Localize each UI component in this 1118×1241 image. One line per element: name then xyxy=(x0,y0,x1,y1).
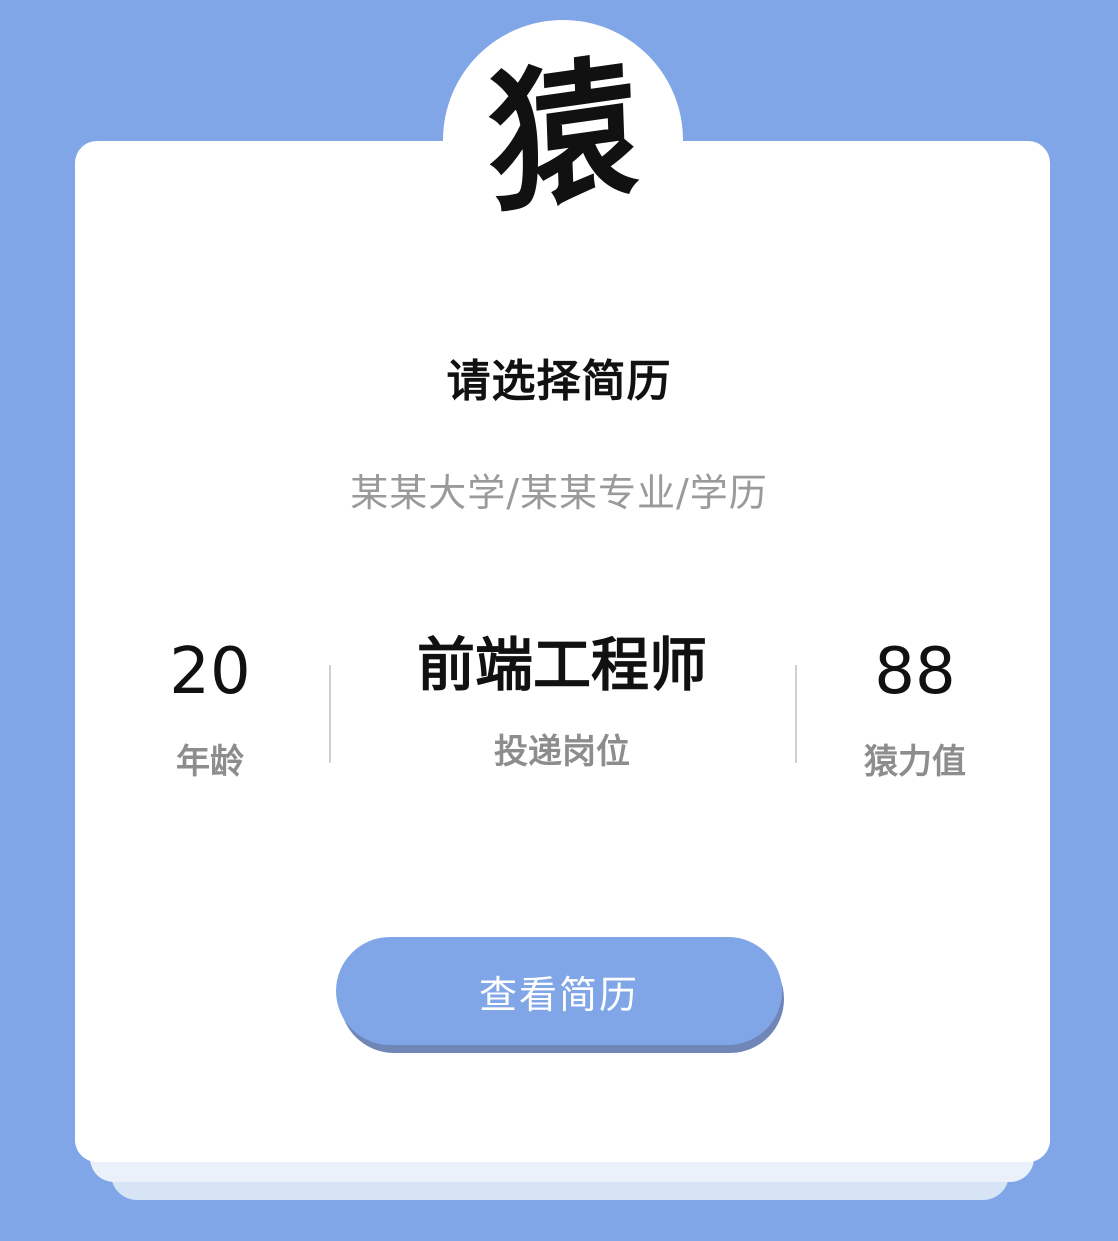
calligraphy-avatar-icon: 猿 xyxy=(485,37,641,235)
page-title: 请选择简历 xyxy=(446,356,672,407)
stat-score-label: 猿力值 xyxy=(864,742,966,782)
view-resume-button[interactable]: 查看简历 xyxy=(336,937,782,1045)
stat-age: 20 年龄 xyxy=(110,640,310,783)
stat-role: 前端工程师 投递岗位 xyxy=(380,636,744,773)
avatar: 猿 xyxy=(443,20,683,260)
stat-divider-right xyxy=(795,665,797,763)
education-subtitle: 某某大学/某某专业/学历 xyxy=(350,471,768,515)
stat-score: 88 猿力值 xyxy=(815,640,1015,783)
stat-score-value: 88 xyxy=(874,635,956,709)
stat-role-value: 前端工程师 xyxy=(416,631,707,699)
stat-age-label: 年龄 xyxy=(176,742,244,782)
stat-role-label: 投递岗位 xyxy=(494,732,630,772)
resume-picker-screen: 猿 请选择简历 某某大学/某某专业/学历 20 年龄 前端工程师 投递岗位 88… xyxy=(0,0,1118,1241)
stat-divider-left xyxy=(329,665,331,763)
stat-age-value: 20 xyxy=(169,635,251,709)
